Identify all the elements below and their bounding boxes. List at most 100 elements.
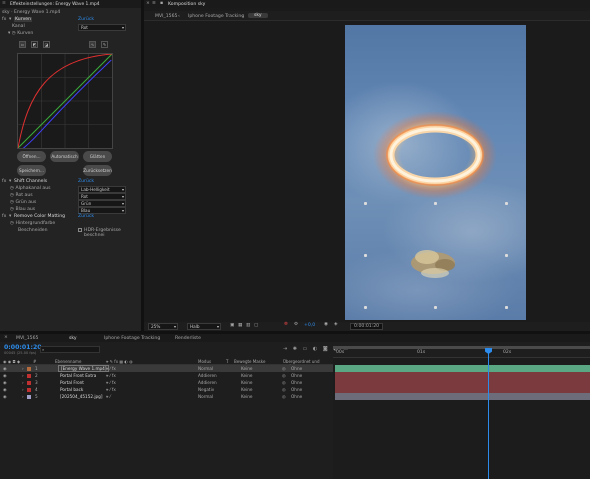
pickwhip-icon[interactable]: ◎ [282,379,286,386]
layer-row[interactable]: ◉ › 1 [Energy Wave 1.mp4] ⚹ ⁄ fx Normal … [0,365,333,372]
hdr-checkbox[interactable] [78,228,82,232]
expand-arrow-icon[interactable]: ▾ [9,17,11,22]
visibility-icon[interactable]: ◉ [3,365,7,372]
expand-arrow-icon[interactable]: › [22,379,24,386]
pickwhip-icon[interactable]: ◎ [282,365,286,372]
mode-select[interactable]: Addieren [198,379,217,386]
expand-arrow-icon[interactable]: › [22,386,24,393]
label-color-swatch[interactable] [27,380,31,385]
layer-row[interactable]: ◉ › 5 [202504_45152.jpg] ⚹ ⁄ Normal Kein… [0,393,333,400]
mode-header[interactable]: Modus [198,359,211,364]
mode-select[interactable]: Normal [198,393,213,400]
reset-curves-button[interactable]: Zurücksetzen [83,165,112,176]
layer-name[interactable]: Portal Front [60,379,84,386]
pencil-tool-icon[interactable]: ✎ [101,41,108,48]
expand-arrow-icon[interactable]: ▾ [9,179,11,184]
fx-toggle-icon[interactable]: fx [2,214,6,219]
fx-shift-channels-row[interactable]: fx ▾ Shift Channels Zurück [2,179,140,185]
breadcrumb-item-0[interactable]: MVI_1565 [155,14,177,19]
exposure-icon[interactable]: ⚙ [294,322,298,327]
visibility-icon[interactable]: ◉ [3,379,7,386]
visibility-icon[interactable]: ◉ [3,372,7,379]
fx-toggle-icon[interactable]: fx [2,179,6,184]
quality-select[interactable]: Halb [187,323,221,330]
close-icon[interactable]: × [4,335,8,340]
curves-subheading[interactable]: ▾ ◷ Kurven [8,31,33,36]
transform-handle[interactable] [364,254,367,257]
expand-arrow-icon[interactable]: › [22,393,24,400]
lock-icon[interactable]: ▪ [160,1,163,6]
layer-name[interactable]: Portal Front Extra [60,372,96,379]
label-color-swatch[interactable] [27,366,31,371]
parent-select[interactable]: Ohne [291,386,302,393]
transparency-grid-icon[interactable]: ▦ [238,323,242,328]
layer-row[interactable]: ◉ › 3 Portal Front ⚹ ⁄ fx Addieren Keine… [0,379,333,386]
time-ruler[interactable]: 00s 01s 02s [333,346,590,358]
pickwhip-icon[interactable]: ◎ [282,372,286,379]
tab-sky[interactable]: sky [69,336,77,341]
smooth-button[interactable]: Glätten [83,151,112,162]
trkmat-select[interactable]: Keine [241,372,253,379]
layer-name[interactable]: Portal back [60,386,83,393]
mode-select[interactable]: Addieren [198,372,217,379]
zoom-select[interactable]: 25% [148,323,178,330]
fx-shift-channels-reset[interactable]: Zurück [78,179,94,184]
layer-bar[interactable] [335,379,590,386]
shift-select-3[interactable]: Blau [78,207,126,214]
layer-bar[interactable] [335,372,590,379]
pickwhip-icon[interactable]: ◎ [282,393,286,400]
effect-controls-title[interactable]: Effekteinstellungen: Energy Wave 1.mp4 [10,2,100,7]
exposure-value[interactable]: +0,0 [304,323,315,328]
mode-select[interactable]: Negativ [198,386,214,393]
track-area[interactable] [333,358,590,479]
expand-arrow-icon[interactable]: ▾ [9,214,11,219]
trkmat-select[interactable]: Keine [241,365,253,372]
channel-select[interactable]: Rot [78,24,126,31]
tab-render-queue[interactable]: Renderliste [175,336,201,341]
transform-handle[interactable] [434,202,437,205]
work-area-bar[interactable] [333,346,590,349]
color-wheel-icon[interactable]: ❁ [284,322,288,327]
expand-arrow-icon[interactable]: › [22,372,24,379]
snapshot-icon[interactable]: ◈ [334,322,338,327]
close-icon[interactable]: × [146,1,150,6]
tab-iphone-footage[interactable]: Iphone Footage Tracking [104,336,160,341]
layer-switches[interactable]: ⚹ ⁄ fx [106,379,116,386]
region-of-interest-icon[interactable]: ▣ [230,323,234,328]
open-button[interactable]: Öffnen... [17,151,46,162]
layer-name[interactable]: [202504_45152.jpg] [60,393,102,400]
breadcrumb-item-1[interactable]: Iphone Footage Tracking [188,14,244,19]
playhead[interactable] [488,348,489,479]
parent-select[interactable]: Ohne [291,393,302,400]
layer-switches[interactable]: ⚹ ⁄ [106,393,111,400]
channel-rgb-button[interactable]: ▫ [19,41,26,48]
layer-bar[interactable] [335,386,590,393]
fx-curves-reset[interactable]: Zurück [78,17,94,22]
label-color-swatch[interactable] [27,394,31,399]
curve-graph[interactable] [17,53,113,149]
channel-icon-2[interactable]: ◩ [31,41,38,48]
transform-handle[interactable] [505,254,508,257]
trkmat-select[interactable]: Keine [241,379,253,386]
pickwhip-icon[interactable]: ◎ [282,386,286,393]
visibility-icon[interactable]: ◉ [3,386,7,393]
menu-icon[interactable]: ≡ [152,1,156,6]
tab-mvi[interactable]: MVI_1565 [16,336,38,341]
parent-select[interactable]: Ohne [291,365,302,372]
parent-select[interactable]: Ohne [291,372,302,379]
layer-row[interactable]: ◉ › 2 Portal Front Extra ⚹ ⁄ fx Addieren… [0,372,333,379]
trkmat-header[interactable]: Bewegte Maske [234,359,265,364]
transform-handle[interactable] [505,306,508,309]
composition-title[interactable]: Komposition sky [168,2,205,7]
transform-handle[interactable] [434,306,437,309]
layer-name[interactable]: [Energy Wave 1.mp4] [58,365,110,372]
breadcrumb-item-2[interactable]: sky [248,12,268,18]
trkmat-select[interactable]: Keine [241,393,253,400]
channel-icon-3[interactable]: ◪ [43,41,50,48]
shift-select-0[interactable]: Lab-Helligkeit [78,186,126,193]
curve-tool-icon[interactable]: ∿ [89,41,96,48]
grid-icon[interactable]: ▥ [246,323,250,328]
layer-search-input[interactable]: ⌕ [40,346,100,353]
transform-handle[interactable] [505,202,508,205]
layer-switches[interactable]: ⚹ ⁄ fx [106,372,116,379]
